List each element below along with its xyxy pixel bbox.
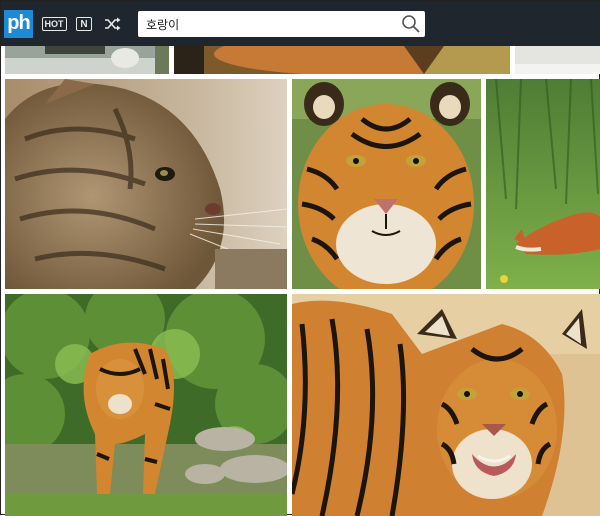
fox-in-grass-photo[interactable] bbox=[486, 79, 600, 289]
previous-result-photo[interactable] bbox=[515, 46, 600, 74]
search-input[interactable] bbox=[138, 11, 425, 37]
new-icon[interactable]: N bbox=[75, 15, 93, 32]
tiger-face-photo[interactable] bbox=[292, 79, 481, 289]
previous-result-photo[interactable] bbox=[5, 46, 169, 74]
search-icon[interactable] bbox=[401, 14, 421, 34]
logo[interactable]: ph bbox=[4, 10, 33, 38]
hot-icon[interactable]: HOT bbox=[41, 15, 67, 32]
new-label: N bbox=[76, 16, 92, 31]
tiger-portrait-photo[interactable] bbox=[292, 294, 600, 516]
previous-result-photo[interactable] bbox=[174, 46, 510, 74]
top-bar: ph HOT N bbox=[1, 1, 600, 46]
hot-label: HOT bbox=[41, 16, 67, 31]
cat-closeup-photo[interactable] bbox=[5, 79, 287, 289]
shuffle-icon[interactable] bbox=[103, 15, 123, 32]
tiger-walking-photo[interactable] bbox=[5, 294, 287, 516]
